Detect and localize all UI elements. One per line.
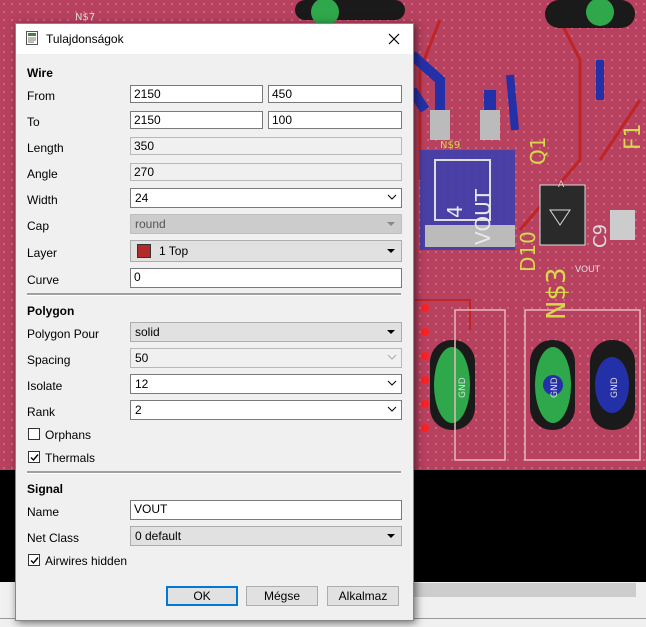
cap-label: Cap xyxy=(27,219,50,233)
spacing-value: 50 xyxy=(135,351,149,365)
isolate-label: Isolate xyxy=(27,379,63,393)
pcb-label-n3: N$3 xyxy=(542,267,572,320)
angle-label: Angle xyxy=(27,167,58,181)
curve-field[interactable]: 0 xyxy=(130,268,402,288)
length-field: 350 xyxy=(130,137,402,155)
pcb-label-vout-small: VOUT xyxy=(575,265,601,275)
isolate-value: 12 xyxy=(135,377,149,391)
pcb-label-n9: N$9 xyxy=(440,140,460,151)
thermals-label: Thermals xyxy=(45,451,96,465)
orphans-checkbox[interactable] xyxy=(28,428,40,440)
section-divider xyxy=(27,471,401,474)
spacing-combo: 50 xyxy=(130,348,402,368)
rank-combo[interactable]: 2 xyxy=(130,400,402,420)
spacing-label: Spacing xyxy=(27,353,71,367)
to-y-field[interactable]: 100 xyxy=(268,111,402,129)
orphans-label: Orphans xyxy=(45,428,92,442)
properties-dialog: Tulajdonságok Wire From 2150 450 To 2150… xyxy=(15,23,414,621)
from-label: From xyxy=(27,89,55,103)
layer-value: 1 Top xyxy=(159,244,189,259)
pcb-label-gnd-1: GND xyxy=(458,377,468,398)
pcb-label-pin4: 4 xyxy=(443,205,467,218)
cap-value: round xyxy=(135,217,166,231)
rank-label: Rank xyxy=(27,405,56,419)
dropdown-arrow-icon xyxy=(387,534,395,538)
signal-section-title: Signal xyxy=(27,482,64,496)
layer-color-swatch xyxy=(137,244,151,258)
width-value: 24 xyxy=(135,191,149,205)
net-class-value: 0 default xyxy=(135,529,182,543)
close-icon xyxy=(388,33,400,45)
cancel-button[interactable]: Mégse xyxy=(246,586,318,606)
pcb-label-vout: VOUT xyxy=(471,188,495,245)
signal-name-field[interactable]: VOUT xyxy=(130,500,402,520)
pcb-label-d10: D10 xyxy=(516,231,540,272)
chevron-down-icon xyxy=(387,380,397,386)
airwires-hidden-label: Airwires hidden xyxy=(45,554,128,568)
ok-button[interactable]: OK xyxy=(166,586,238,606)
chevron-down-icon xyxy=(387,354,397,360)
layer-combo[interactable]: 1 Top xyxy=(130,240,402,262)
curve-label: Curve xyxy=(27,273,60,287)
dropdown-arrow-icon xyxy=(387,330,395,334)
chevron-down-icon xyxy=(387,406,397,412)
polygon-section-title: Polygon xyxy=(27,304,75,318)
properties-icon xyxy=(26,31,38,45)
chevron-down-icon xyxy=(387,194,397,200)
layer-label: Layer xyxy=(27,246,58,260)
pcb-label-q1: Q1 xyxy=(526,137,550,165)
length-label: Length xyxy=(27,141,64,155)
dialog-titlebar[interactable]: Tulajdonságok xyxy=(16,24,413,54)
rank-value: 2 xyxy=(135,403,142,417)
checkmark-icon xyxy=(30,557,39,565)
pcb-label-gnd-3: GND xyxy=(610,377,620,398)
horizontal-scrollbar[interactable] xyxy=(410,583,636,597)
name-label: Name xyxy=(27,505,60,519)
apply-button[interactable]: Alkalmaz xyxy=(327,586,399,606)
cap-combo: round xyxy=(130,214,402,234)
dialog-title: Tulajdonságok xyxy=(46,32,124,46)
from-y-field[interactable]: 450 xyxy=(268,85,402,103)
pcb-label-n7: N$7 xyxy=(75,12,95,23)
angle-field: 270 xyxy=(130,163,402,181)
to-label: To xyxy=(27,115,40,129)
net-class-combo[interactable]: 0 default xyxy=(130,526,402,546)
section-divider xyxy=(27,293,401,296)
pcb-label-gnd-2: GND xyxy=(550,377,560,398)
polygon-pour-value: solid xyxy=(135,325,160,339)
polygon-pour-label: Polygon Pour xyxy=(27,327,100,341)
dropdown-arrow-icon xyxy=(387,249,395,253)
to-x-field[interactable]: 2150 xyxy=(130,111,263,129)
dropdown-arrow-icon xyxy=(387,222,395,226)
width-combo[interactable]: 24 xyxy=(130,188,402,208)
from-x-field[interactable]: 2150 xyxy=(130,85,263,103)
net-class-label: Net Class xyxy=(27,531,80,545)
thermals-checkbox[interactable] xyxy=(28,451,40,463)
pcb-label-c9: C9 xyxy=(590,224,611,248)
isolate-combo[interactable]: 12 xyxy=(130,374,402,394)
pcb-label-a: A xyxy=(558,180,565,190)
polygon-pour-combo[interactable]: solid xyxy=(130,322,402,342)
close-button[interactable] xyxy=(379,27,409,51)
checkmark-icon xyxy=(30,454,39,462)
pcb-label-f1: F1 xyxy=(621,123,646,150)
width-label: Width xyxy=(27,193,58,207)
wire-section-title: Wire xyxy=(27,66,53,80)
airwires-hidden-checkbox[interactable] xyxy=(28,554,40,566)
